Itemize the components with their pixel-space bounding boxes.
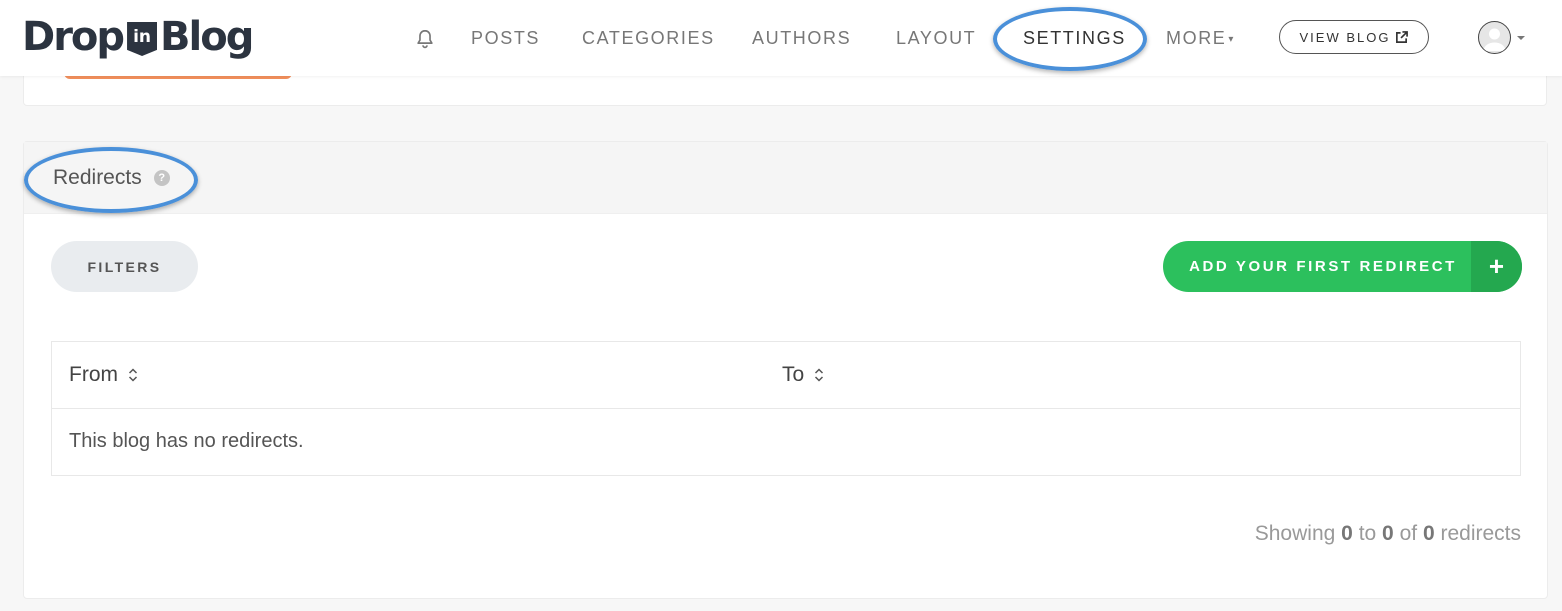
column-header-to-label: To — [782, 363, 805, 386]
empty-table-message: This blog has no redirects. — [69, 430, 304, 452]
nav-categories[interactable]: CATEGORIES — [582, 28, 715, 49]
column-header-from-label: From — [69, 363, 118, 386]
showing-to: 0 — [1382, 522, 1394, 545]
sort-icon — [815, 368, 824, 382]
bell-icon[interactable] — [414, 28, 436, 50]
column-header-to[interactable]: To — [782, 363, 824, 387]
user-avatar-icon — [1478, 21, 1511, 54]
chevron-down-icon — [1517, 35, 1525, 40]
nav-layout[interactable]: LAYOUT — [896, 28, 976, 49]
showing-of-word: of — [1399, 522, 1418, 545]
showing-from: 0 — [1341, 522, 1353, 545]
redirects-table: From To This blog has no redirects. — [51, 341, 1521, 476]
showing-total: 0 — [1422, 522, 1435, 545]
showing-suffix: redirects — [1440, 522, 1521, 545]
pagination-summary: Showing 0 to 0 of 0 redirects — [1255, 522, 1521, 546]
filters-button[interactable]: FILTERS — [51, 241, 198, 292]
nav-more[interactable]: MORE ▾ — [1166, 28, 1235, 49]
logo-text-left: Drop — [22, 14, 125, 60]
showing-prefix: Showing — [1254, 522, 1336, 545]
logo-text-right: Blog — [160, 14, 254, 60]
external-link-icon — [1396, 30, 1409, 43]
table-header-row: From To — [52, 342, 1520, 409]
column-header-from[interactable]: From — [69, 363, 138, 387]
add-redirect-label: ADD YOUR FIRST REDIRECT — [1189, 258, 1457, 275]
redirects-card-header: Redirects ? — [24, 142, 1547, 214]
nav-posts[interactable]: POSTS — [471, 28, 540, 49]
plus-icon: + — [1471, 241, 1522, 292]
redirects-title: Redirects ? — [53, 166, 170, 190]
redirects-title-text: Redirects — [53, 166, 142, 189]
top-navbar: Drop in Blog POSTS CATEGORIES AUTHORS LA… — [0, 0, 1562, 76]
view-blog-label: VIEW BLOG — [1299, 29, 1391, 45]
logo-in-badge: in — [127, 22, 158, 56]
view-blog-button[interactable]: VIEW BLOG — [1279, 20, 1429, 54]
add-first-redirect-button[interactable]: ADD YOUR FIRST REDIRECT + — [1163, 241, 1522, 292]
sort-icon — [128, 368, 138, 382]
nav-more-label: MORE — [1166, 28, 1227, 48]
help-icon[interactable]: ? — [153, 170, 170, 186]
redirects-card: Redirects ? FILTERS ADD YOUR FIRST REDIR… — [23, 141, 1548, 599]
showing-to-word: to — [1358, 522, 1377, 545]
nav-settings[interactable]: SETTINGS — [1023, 28, 1126, 49]
dropinblog-logo[interactable]: Drop in Blog — [22, 14, 254, 60]
nav-authors[interactable]: AUTHORS — [752, 28, 851, 49]
user-menu[interactable] — [1478, 21, 1525, 54]
caret-down-icon: ▾ — [1228, 33, 1236, 45]
